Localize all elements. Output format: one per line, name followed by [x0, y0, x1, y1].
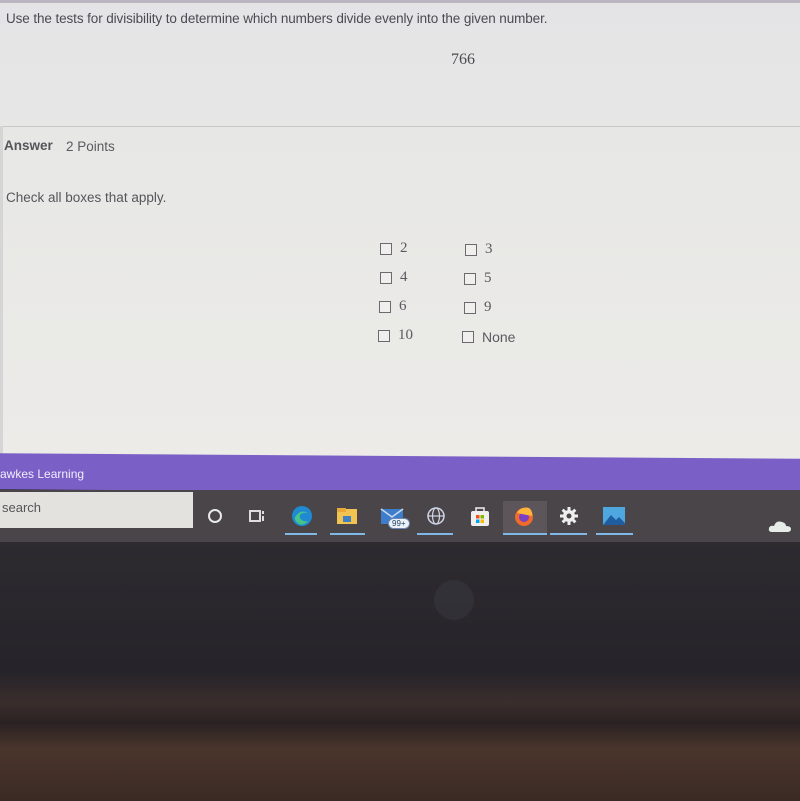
option-label: 10 — [398, 327, 413, 343]
taskbar-indicator — [330, 533, 365, 535]
instruction-text: Check all boxes that apply. — [6, 190, 167, 205]
answer-label: Answer — [4, 138, 53, 153]
taskbar-indicator — [417, 533, 453, 535]
cortana-icon[interactable] — [203, 504, 227, 528]
checkbox[interactable] — [380, 271, 392, 284]
points-label: 2 Points — [66, 139, 115, 154]
laptop-bezel — [0, 542, 800, 801]
option-label: 5 — [484, 270, 492, 286]
browser-page: Use the tests for divisibility to determ… — [0, 0, 800, 460]
option-label: None — [482, 329, 516, 345]
file-explorer-icon[interactable] — [335, 504, 359, 528]
option-label: 2 — [400, 240, 408, 256]
option-2[interactable]: 2 — [380, 240, 408, 257]
option-5[interactable]: 5 — [464, 270, 492, 287]
globe-icon[interactable] — [424, 504, 448, 528]
question-prompt: Use the tests for divisibility to determ… — [6, 11, 548, 26]
checkbox[interactable] — [464, 272, 476, 285]
section-divider — [0, 126, 800, 127]
store-icon[interactable] — [468, 504, 492, 528]
taskbar-indicator — [596, 533, 633, 535]
settings-icon[interactable] — [557, 504, 581, 528]
option-3[interactable]: 3 — [465, 241, 493, 258]
task-view-icon[interactable] — [245, 504, 269, 528]
checkbox[interactable] — [462, 331, 474, 343]
checkbox[interactable] — [464, 301, 476, 314]
taskbar-indicator — [550, 533, 587, 535]
option-9[interactable]: 9 — [464, 299, 492, 316]
option-label: 9 — [484, 299, 492, 315]
firefox-icon[interactable] — [512, 504, 536, 528]
mail-badge: 99+ — [388, 518, 410, 529]
option-label: 3 — [485, 241, 493, 257]
window-titlebar — [0, 453, 800, 495]
option-10[interactable]: 10 — [378, 327, 413, 344]
checkbox[interactable] — [380, 242, 392, 255]
given-number: 766 — [451, 51, 475, 68]
taskbar-indicator — [503, 533, 547, 535]
search-placeholder: search — [2, 500, 42, 515]
photos-icon[interactable] — [602, 504, 626, 528]
option-label: 6 — [399, 298, 407, 314]
top-border — [0, 0, 800, 3]
checkbox[interactable] — [378, 329, 390, 342]
checkbox[interactable] — [465, 243, 477, 256]
left-edge — [0, 126, 3, 460]
option-6[interactable]: 6 — [379, 298, 407, 315]
option-4[interactable]: 4 — [380, 269, 408, 286]
onedrive-icon[interactable] — [768, 514, 792, 538]
option-none[interactable]: None — [462, 329, 515, 345]
checkbox[interactable] — [379, 300, 391, 313]
taskbar-indicator — [285, 533, 317, 535]
hp-logo — [434, 580, 474, 620]
app-title: awkes Learning — [0, 467, 85, 481]
edge-icon[interactable] — [290, 504, 314, 528]
option-label: 4 — [400, 269, 408, 285]
